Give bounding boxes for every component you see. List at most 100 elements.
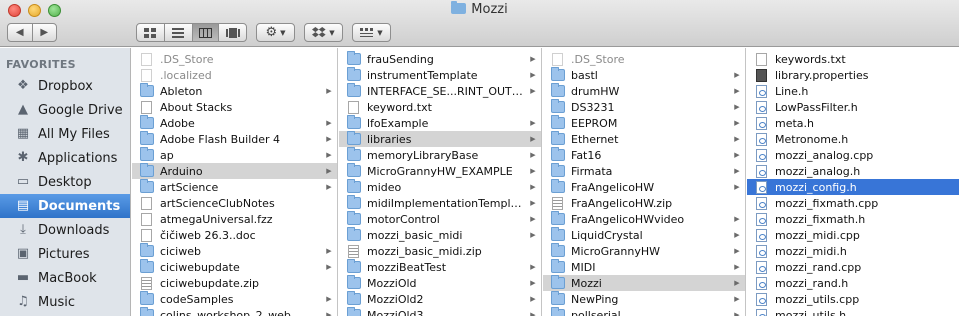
- folder-row[interactable]: colins_workshop_2_web ▶: [132, 307, 337, 316]
- folder-row[interactable]: Adobe ▶: [132, 115, 337, 131]
- file-row[interactable]: mozzi_midi.cpp: [747, 227, 959, 243]
- file-row[interactable]: mozzi_basic_midi.zip: [339, 243, 541, 259]
- file-row[interactable]: mozzi_analog.h: [747, 163, 959, 179]
- folder-row[interactable]: DS3231 ▶: [543, 99, 745, 115]
- document-icon: [756, 84, 767, 98]
- file-row[interactable]: Metronome.h: [747, 131, 959, 147]
- folder-row[interactable]: Mozzi ▶: [543, 275, 745, 291]
- folder-row[interactable]: FraAngelicoHW ▶: [543, 179, 745, 195]
- file-row[interactable]: artScienceClubNotes: [132, 195, 337, 211]
- list-view-button[interactable]: [165, 24, 193, 41]
- file-row[interactable]: .localized: [132, 67, 337, 83]
- action-menu-button[interactable]: ⚙ ▼: [256, 23, 295, 42]
- file-row[interactable]: About Stacks: [132, 99, 337, 115]
- sidebar-item-desktop[interactable]: ▭ Desktop: [0, 170, 130, 194]
- folder-row[interactable]: NewPing ▶: [543, 291, 745, 307]
- file-row[interactable]: meta.h: [747, 115, 959, 131]
- title-bar: Mozzi ◀ ▶ ⚙ ▼ ▼ ▼: [0, 0, 959, 47]
- folder-row[interactable]: FraAngelicoHWvideo ▶: [543, 211, 745, 227]
- folder-row[interactable]: artScience ▶: [132, 179, 337, 195]
- file-row[interactable]: mozzi_utils.cpp: [747, 291, 959, 307]
- folder-row[interactable]: INTERFACE_SE...RINT_OUT_save ▶: [339, 83, 541, 99]
- forward-arrow-icon[interactable]: ▶: [33, 24, 57, 41]
- folder-row[interactable]: Fat16 ▶: [543, 147, 745, 163]
- folder-icon: [140, 147, 154, 161]
- column-view-button[interactable]: [192, 24, 220, 41]
- sidebar-item-label: All My Files: [38, 126, 110, 142]
- folder-row[interactable]: bastl ▶: [543, 67, 745, 83]
- folder-row[interactable]: Firmata ▶: [543, 163, 745, 179]
- folder-row[interactable]: Adobe Flash Builder 4 ▶: [132, 131, 337, 147]
- file-row[interactable]: mozzi_fixmath.h: [747, 211, 959, 227]
- browser-column-4[interactable]: keywords.txt library.properties Line.h LowP…: [747, 48, 959, 316]
- sidebar-item-music[interactable]: ♫ Music: [0, 290, 130, 314]
- file-row[interactable]: Line.h: [747, 83, 959, 99]
- folder-row[interactable]: LiquidCrystal ▶: [543, 227, 745, 243]
- item-name: frauSending: [367, 52, 434, 66]
- file-row[interactable]: mozzi_utils.h: [747, 307, 959, 316]
- browser-column-3[interactable]: .DS_Store bastl ▶ drumHW ▶ DS3231 ▶ EEPROM ▶ Ethe…: [543, 48, 746, 316]
- sidebar-item-downloads[interactable]: ⤓ Downloads: [0, 218, 130, 242]
- document-icon: [141, 52, 152, 66]
- folder-row[interactable]: MIDI ▶: [543, 259, 745, 275]
- file-row[interactable]: mozzi_config.h: [747, 179, 959, 195]
- folder-row[interactable]: instrumentTemplate ▶: [339, 67, 541, 83]
- browser-column-2[interactable]: frauSending ▶ instrumentTemplate ▶ INTERFACE…: [339, 48, 542, 316]
- folder-row[interactable]: midiImplementationTemplate ▶: [339, 195, 541, 211]
- folder-row[interactable]: ciciweb ▶: [132, 243, 337, 259]
- folder-row[interactable]: mozziBeatTest ▶: [339, 259, 541, 275]
- sidebar-item-dropbox[interactable]: ❖ Dropbox: [0, 74, 130, 98]
- file-row[interactable]: .DS_Store: [132, 51, 337, 67]
- sidebar-item-applications[interactable]: ✱ Applications: [0, 146, 130, 170]
- sidebar-item-google-drive[interactable]: ▲ Google Drive: [0, 98, 130, 122]
- dropbox-menu-button[interactable]: ▼: [304, 23, 343, 42]
- coverflow-view-button[interactable]: [219, 24, 246, 41]
- folder-row[interactable]: memoryLibraryBase ▶: [339, 147, 541, 163]
- file-row[interactable]: mozzi_rand.cpp: [747, 259, 959, 275]
- folder-row[interactable]: MicroGrannyHW ▶: [543, 243, 745, 259]
- file-row[interactable]: ciciwebupdate.zip: [132, 275, 337, 291]
- folder-row[interactable]: motorControl ▶: [339, 211, 541, 227]
- folder-row[interactable]: Ableton ▶: [132, 83, 337, 99]
- file-row[interactable]: mozzi_rand.h: [747, 275, 959, 291]
- file-row[interactable]: .DS_Store: [543, 51, 745, 67]
- folder-row[interactable]: drumHW ▶: [543, 83, 745, 99]
- sidebar-item-documents[interactable]: ▤ Documents: [0, 194, 130, 218]
- folder-icon: [140, 131, 154, 145]
- file-row[interactable]: mozzi_midi.h: [747, 243, 959, 259]
- file-row[interactable]: keyword.txt: [339, 99, 541, 115]
- back-arrow-icon[interactable]: ◀: [8, 24, 33, 41]
- sidebar-item-macbook[interactable]: ▬ MacBook: [0, 266, 130, 290]
- file-row[interactable]: atmegaUniversal.fzz: [132, 211, 337, 227]
- browser-column-1[interactable]: .DS_Store .localized Ableton ▶ About Stacks A…: [132, 48, 338, 316]
- arrange-menu-button[interactable]: ▼: [352, 23, 391, 42]
- file-row[interactable]: LowPassFilter.h: [747, 99, 959, 115]
- folder-row[interactable]: libraries ▶: [339, 131, 541, 147]
- folder-row[interactable]: pollserial ▶: [543, 307, 745, 316]
- folder-row[interactable]: MozziOld ▶: [339, 275, 541, 291]
- file-row[interactable]: čičiweb 26.3..doc: [132, 227, 337, 243]
- folder-row[interactable]: Ethernet ▶: [543, 131, 745, 147]
- file-row[interactable]: keywords.txt: [747, 51, 959, 67]
- file-row[interactable]: FraAngelicoHW.zip: [543, 195, 745, 211]
- folder-row[interactable]: ap ▶: [132, 147, 337, 163]
- item-name: Ethernet: [571, 132, 619, 146]
- icon-view-button[interactable]: [137, 24, 165, 41]
- sidebar-item-all-my-files[interactable]: ▦ All My Files: [0, 122, 130, 146]
- folder-row[interactable]: MicroGrannyHW_EXAMPLE ▶: [339, 163, 541, 179]
- item-name: colins_workshop_2_web: [160, 308, 291, 316]
- folder-row[interactable]: mozzi_basic_midi ▶: [339, 227, 541, 243]
- folder-row[interactable]: mideo ▶: [339, 179, 541, 195]
- folder-row[interactable]: lfoExample ▶: [339, 115, 541, 131]
- folder-row[interactable]: Arduino ▶: [132, 163, 337, 179]
- folder-row[interactable]: MozziOld2 ▶: [339, 291, 541, 307]
- folder-row[interactable]: EEPROM ▶: [543, 115, 745, 131]
- folder-row[interactable]: ciciwebupdate ▶: [132, 259, 337, 275]
- file-row[interactable]: mozzi_analog.cpp: [747, 147, 959, 163]
- folder-row[interactable]: MozziOld3 ▶: [339, 307, 541, 316]
- folder-row[interactable]: frauSending ▶: [339, 51, 541, 67]
- sidebar-item-pictures[interactable]: ▣ Pictures: [0, 242, 130, 266]
- folder-row[interactable]: codeSamples ▶: [132, 291, 337, 307]
- file-row[interactable]: mozzi_fixmath.cpp: [747, 195, 959, 211]
- file-row[interactable]: library.properties: [747, 67, 959, 83]
